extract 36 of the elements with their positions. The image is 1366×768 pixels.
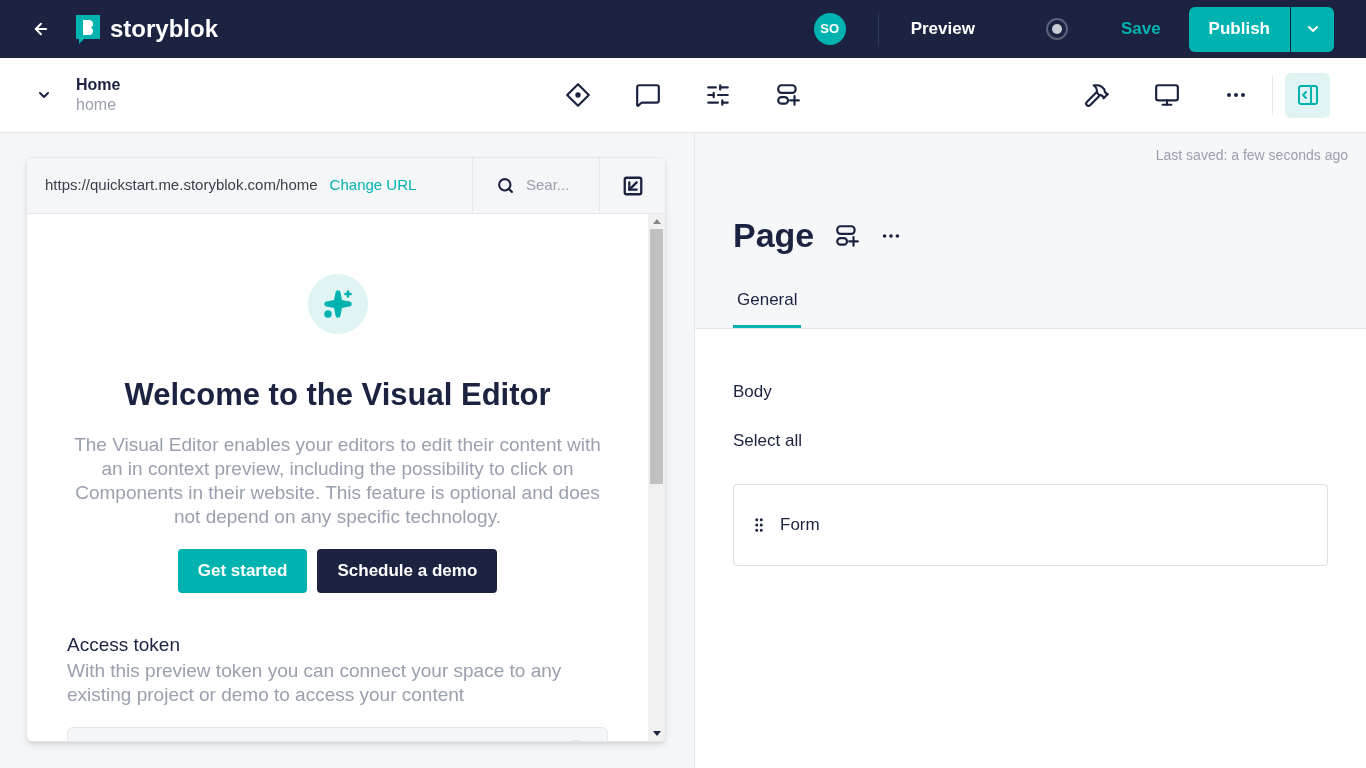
field-label: Body xyxy=(733,380,773,403)
page-title: Page xyxy=(733,215,815,256)
hammer-icon[interactable] xyxy=(1084,82,1110,108)
scrollbar[interactable] xyxy=(648,214,665,741)
select-all-link[interactable]: Select all xyxy=(733,428,802,454)
demo-button[interactable]: Schedule a demo xyxy=(317,548,498,593)
block-name: Form xyxy=(780,513,820,536)
preview-button[interactable]: Preview xyxy=(910,16,975,42)
publish-menu-button[interactable] xyxy=(1291,6,1334,52)
add-block-icon[interactable] xyxy=(775,82,802,108)
block-item[interactable]: Form xyxy=(733,483,1328,566)
scroll-up-icon[interactable] xyxy=(652,219,661,224)
search-icon xyxy=(497,177,514,194)
url-text: https://quickstart.me.storyblok.com/home xyxy=(45,175,318,196)
panel-icon xyxy=(1295,83,1320,107)
collapse-icon[interactable] xyxy=(621,174,644,197)
logo-icon xyxy=(74,13,102,45)
monitor-icon[interactable] xyxy=(1154,82,1180,108)
back-icon[interactable] xyxy=(32,20,50,38)
token-title: Access token xyxy=(67,632,181,657)
panel-toggle-button[interactable] xyxy=(1285,72,1330,118)
token-text: With this preview token you can connect your space to any existing project or demo to access your content xyxy=(67,659,563,707)
diamond-icon[interactable] xyxy=(565,82,592,108)
search-field[interactable]: Sear... xyxy=(526,174,586,197)
record-icon xyxy=(1044,17,1069,41)
last-saved-text: Last saved: a few seconds ago xyxy=(1155,146,1348,165)
save-button[interactable]: Save xyxy=(1120,16,1161,42)
scroll-down-icon[interactable] xyxy=(652,731,661,736)
story-slug: home xyxy=(76,95,118,115)
story-title: Home xyxy=(76,75,121,95)
sliders-icon[interactable] xyxy=(705,82,732,108)
welcome-heading: Welcome to the Visual Editor xyxy=(124,376,551,414)
logo-text: storyblok xyxy=(110,14,219,44)
comment-icon[interactable] xyxy=(635,82,662,108)
add-block-icon[interactable] xyxy=(834,222,861,249)
intro-text: The Visual Editor enables your editors to edit their content with an in context preview, including the possibility to click on Components in their website. This feature is optional and does not depend on any specific technology. xyxy=(73,432,602,529)
